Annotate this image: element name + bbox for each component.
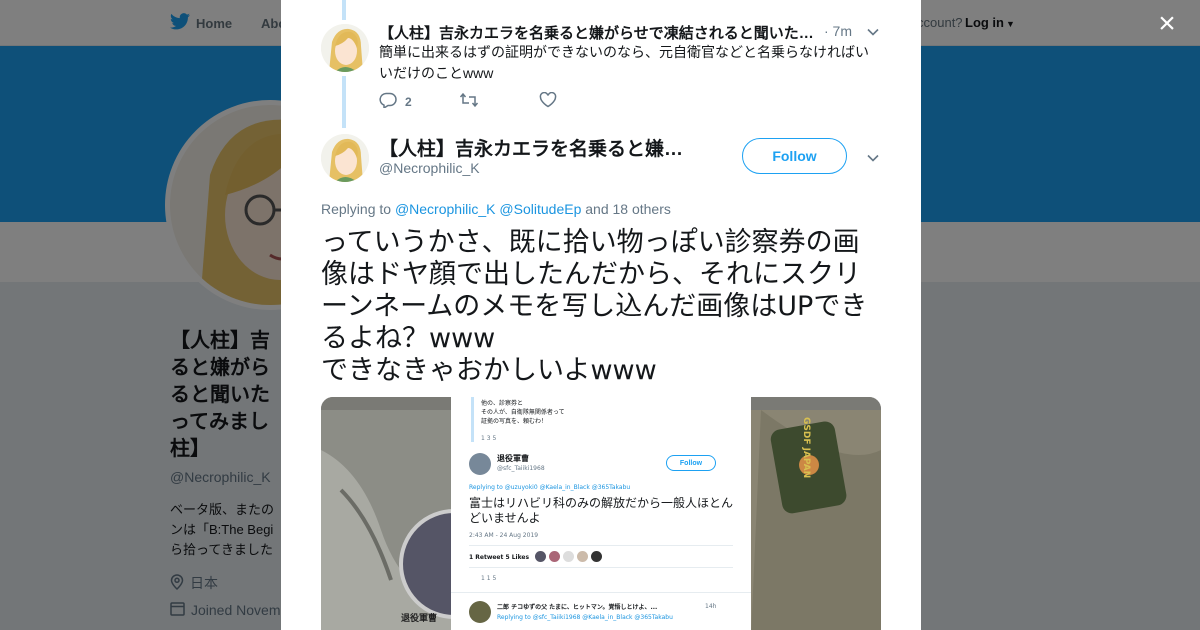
replying-to: Replying to @Necrophilic_K @SolitudeEp a… <box>321 201 671 217</box>
media-user-avatar <box>469 453 491 475</box>
replying-prefix: Replying to <box>321 201 392 217</box>
reply-count: 2 <box>405 94 412 109</box>
reply-actions: 2 <box>379 91 619 111</box>
media-next-name: 二郎 チコゆずの父 たまに、ヒットマン。覚悟しとけよ、... <box>497 604 658 611</box>
tweet-author-handle[interactable]: @Necrophilic_K <box>379 160 480 176</box>
follow-button[interactable]: Follow <box>742 138 847 174</box>
thread-line-top <box>342 0 346 20</box>
media-replying: Replying to @uzuyoki0 @Kaela_in_Black @3… <box>469 484 631 491</box>
chevron-down-icon[interactable] <box>866 25 880 39</box>
tweet-author-name[interactable]: 【人柱】吉永カエラを名乗ると嫌がらせで凍結されると聞いたのでやってみました【人柱… <box>379 134 689 161</box>
reply-icon <box>379 92 397 111</box>
reply-timestamp[interactable]: · 7m <box>824 23 852 39</box>
media-user-name: 退役軍曹 <box>497 454 529 463</box>
tweet-author-avatar[interactable] <box>321 134 369 182</box>
thread-line-mid <box>342 76 346 128</box>
reply-author-name[interactable]: 【人柱】吉永カエラを名乗ると嫌がらせで凍結されると聞いたのでやってみました【人柱… <box>379 22 817 43</box>
media-top-lines: 他の、診察券と その人が、自衛隊無関係者って 証拠の写真を、頼むわ！ <box>481 400 565 425</box>
tweet-text: っていうかさ、既に拾い物っぽい診察券の画像はドヤ顔で出したんだから、それにスクリ… <box>321 227 868 386</box>
media-stats: 1 Retweet 5 Likes <box>469 554 530 561</box>
heart-icon <box>539 91 557 111</box>
tweet-media-image[interactable]: GSDF JAPAN 退役軍曹 他の、診察券と その人が、自衛隊無関係者って 証… <box>321 397 881 630</box>
chevron-down-icon[interactable] <box>866 151 880 165</box>
reply-button[interactable]: 2 <box>379 92 459 111</box>
media-tweet-text: 富士はリハビリ科のみの解放だから一般人ほとんどいませんよ <box>469 496 734 525</box>
replying-user-link[interactable]: @SolitudeEp <box>499 201 581 217</box>
retweet-icon <box>459 92 479 111</box>
tweet-modal: 【人柱】吉永カエラを名乗ると嫌がらせで凍結されると聞いたのでやってみました【人柱… <box>281 0 921 630</box>
media-tweet-card: 他の、診察券と その人が、自衛隊無関係者って 証拠の写真を、頼むわ！ 1 3 5… <box>451 397 751 630</box>
media-side-name: 退役軍曹 <box>401 614 438 624</box>
media-timestamp: 2:43 AM - 24 Aug 2019 <box>469 532 539 539</box>
media-next-time: 14h <box>705 603 717 610</box>
media-top-counts: 1 3 5 <box>481 435 497 442</box>
media-follow-button: Follow <box>666 455 716 471</box>
retweet-button[interactable] <box>459 92 539 111</box>
replying-user-link[interactable]: @Necrophilic_K <box>395 201 496 217</box>
close-icon[interactable]: × <box>1153 9 1181 39</box>
media-user-handle: @sfc_Taiiki1968 <box>497 465 545 472</box>
reply-text: 簡単に出来るはずの証明ができないのなら、元自衛官などと名乗らなければいいだけのこ… <box>379 44 869 81</box>
replying-others[interactable]: and 18 others <box>585 201 671 217</box>
media-next-replying: Replying to @sfc_Taiiki1968 @Kaela_in_Bl… <box>497 614 673 621</box>
like-button[interactable] <box>539 91 619 111</box>
media-next-avatar <box>469 601 491 623</box>
media-patch-text: GSDF JAPAN <box>801 417 811 479</box>
reply-author-avatar[interactable] <box>321 24 369 72</box>
media-counts: 1 1 5 <box>481 575 497 582</box>
